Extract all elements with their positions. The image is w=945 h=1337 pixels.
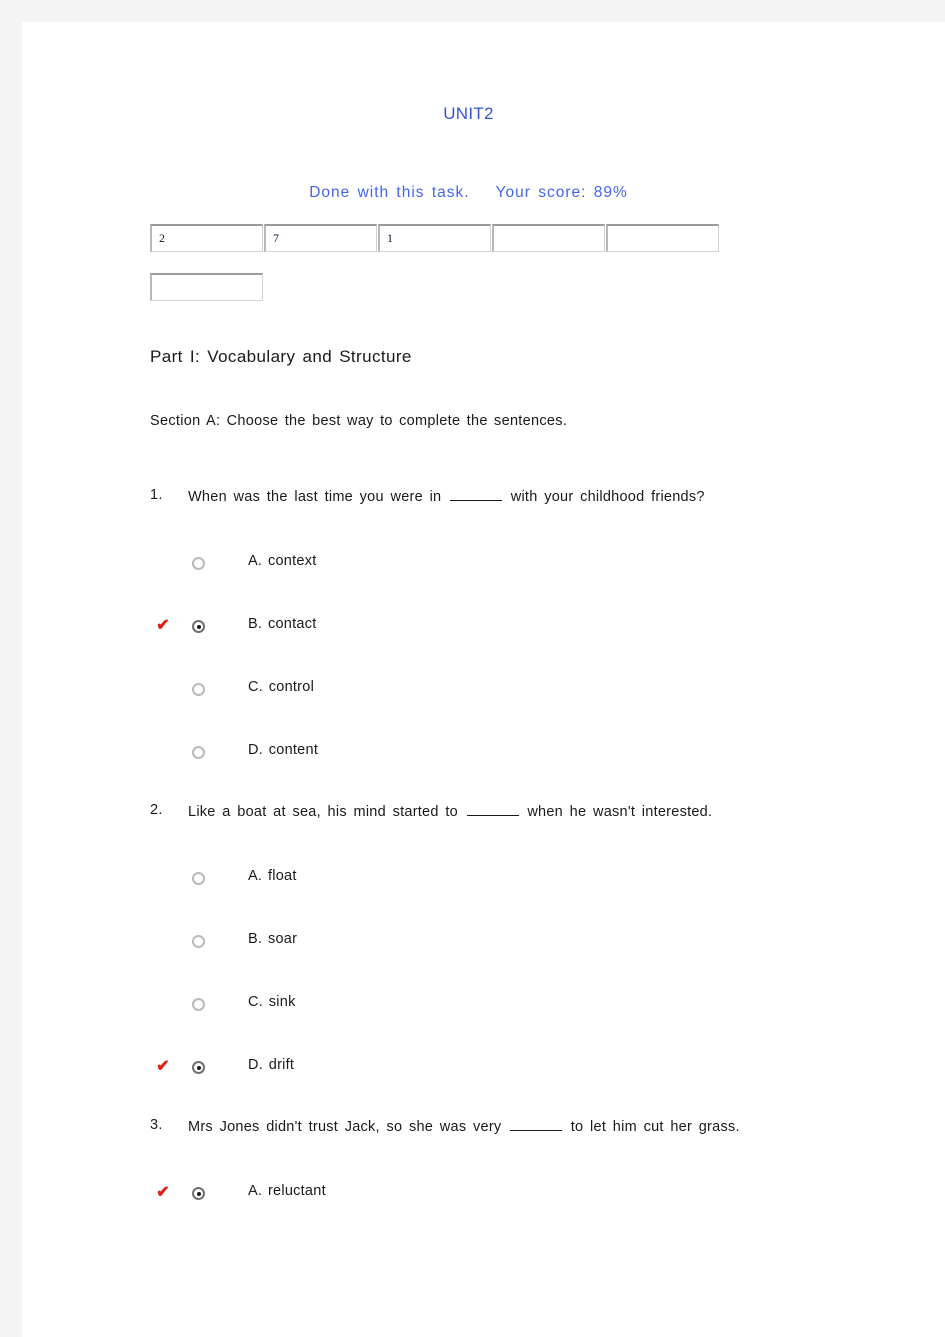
fill-in-blank: [510, 1117, 563, 1131]
option-label: A. reluctant: [248, 1183, 326, 1199]
answer-input-r1-3[interactable]: [378, 224, 491, 252]
correct-check-icon: ✔: [156, 617, 170, 634]
option-row[interactable]: ✔A. float: [22, 855, 915, 918]
option-radio-button[interactable]: [192, 1061, 205, 1074]
fill-in-blank: [466, 802, 519, 816]
option-label: D. drift: [248, 1057, 295, 1073]
fill-in-blank: [450, 487, 503, 501]
option-row[interactable]: ✔ B. contact: [22, 603, 915, 666]
question-block: 3. Mrs Jones didn't trust Jack, so she wa…: [22, 1107, 915, 1233]
option-row[interactable]: ✔C. sink: [22, 981, 915, 1044]
option-label: A. float: [248, 868, 297, 884]
question-block: 1. When was the last time you were in wit…: [22, 477, 915, 792]
document-page: UNIT2 Done with this task. Your score: 89…: [22, 22, 945, 1337]
question-number: 3.: [150, 1117, 163, 1133]
question-text: Like a boat at sea, his mind started to …: [188, 802, 713, 820]
part-heading: Part I: Vocabulary and Structure: [150, 347, 412, 366]
answer-input-r1-1[interactable]: [150, 224, 263, 252]
question-stem: 1. When was the last time you were in wit…: [22, 477, 915, 540]
answer-input-r1-5[interactable]: [606, 224, 719, 252]
answer-input-r2-1[interactable]: [150, 273, 263, 301]
answer-box-row-2: [150, 273, 263, 301]
correct-check-icon: ✔: [156, 1058, 170, 1075]
task-score-text: Your score: 89%: [495, 184, 628, 201]
question-stem: 3. Mrs Jones didn't trust Jack, so she wa…: [22, 1107, 915, 1170]
option-label: B. soar: [248, 931, 298, 947]
question-text: Mrs Jones didn't trust Jack, so she was …: [188, 1117, 740, 1135]
option-radio-button[interactable]: [192, 746, 205, 759]
correct-check-icon: ✔: [156, 1184, 170, 1201]
answer-box-row-1: [150, 224, 719, 252]
question-block: 2. Like a boat at sea, his mind started t…: [22, 792, 915, 1107]
option-radio-button[interactable]: [192, 872, 205, 885]
option-label: C. control: [248, 679, 315, 695]
question-text: When was the last time you were in with …: [188, 487, 705, 505]
question-number: 2.: [150, 802, 163, 818]
section-heading: Section A: Choose the best way to comple…: [150, 413, 568, 429]
option-label: D. content: [248, 742, 319, 758]
option-label: B. contact: [248, 616, 317, 632]
option-radio-button[interactable]: [192, 620, 205, 633]
question-list: 1. When was the last time you were in wit…: [22, 477, 915, 1233]
answer-input-r1-2[interactable]: [264, 224, 377, 252]
task-status-text: Done with this task.: [309, 184, 470, 201]
answer-input-r1-4[interactable]: [492, 224, 605, 252]
option-radio-button[interactable]: [192, 683, 205, 696]
option-row[interactable]: ✔ A. reluctant: [22, 1170, 915, 1233]
option-row[interactable]: ✔ D. drift: [22, 1044, 915, 1107]
option-row[interactable]: ✔A. context: [22, 540, 915, 603]
option-row[interactable]: ✔D. content: [22, 729, 915, 792]
option-row[interactable]: ✔B. soar: [22, 918, 915, 981]
option-label: A. context: [248, 553, 317, 569]
question-number: 1.: [150, 487, 163, 503]
page-title: UNIT2: [443, 104, 494, 123]
option-radio-button[interactable]: [192, 1187, 205, 1200]
option-row[interactable]: ✔C. control: [22, 666, 915, 729]
option-radio-button[interactable]: [192, 998, 205, 1011]
option-radio-button[interactable]: [192, 935, 205, 948]
task-status-line: Done with this task. Your score: 89%: [22, 184, 915, 202]
question-stem: 2. Like a boat at sea, his mind started t…: [22, 792, 915, 855]
option-label: C. sink: [248, 994, 296, 1010]
option-radio-button[interactable]: [192, 557, 205, 570]
